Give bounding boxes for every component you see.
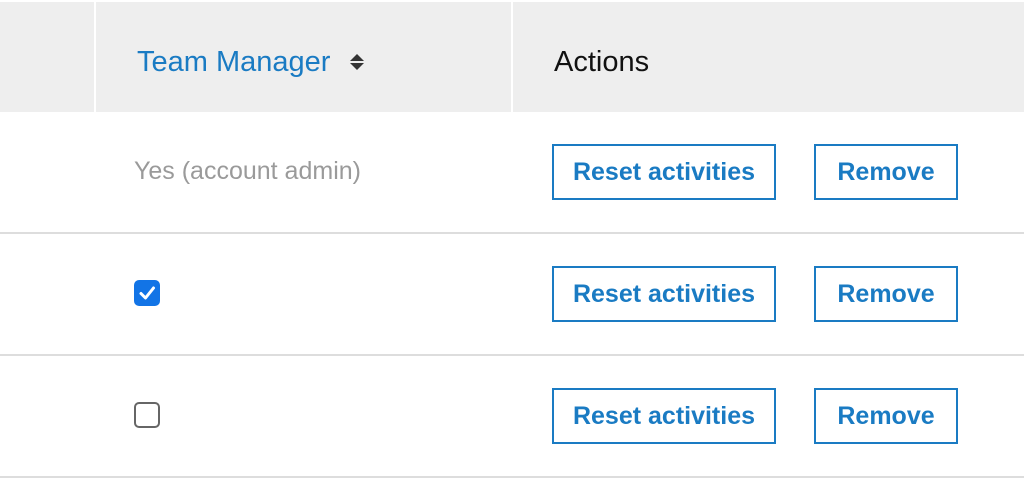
remove-button[interactable]: Remove bbox=[814, 144, 958, 200]
team-manager-column-header[interactable]: Team Manager bbox=[137, 42, 365, 82]
remove-button[interactable]: Remove bbox=[814, 266, 958, 322]
team-manager-checkbox[interactable] bbox=[134, 402, 160, 428]
table-header: Team Manager Actions bbox=[0, 0, 1024, 114]
team-members-table: Team Manager Actions Yes (account admin)… bbox=[0, 0, 1024, 484]
reset-activities-button[interactable]: Reset activities bbox=[552, 266, 776, 322]
team-manager-status: Yes (account admin) bbox=[134, 157, 361, 185]
sort-down-arrow bbox=[350, 63, 365, 70]
checkmark-icon bbox=[139, 286, 155, 300]
team-manager-checkbox[interactable] bbox=[134, 280, 160, 306]
table-row: Reset activities Remove bbox=[0, 356, 1024, 478]
remove-button[interactable]: Remove bbox=[814, 388, 958, 444]
column-divider bbox=[511, 2, 513, 114]
reset-activities-button[interactable]: Reset activities bbox=[552, 388, 776, 444]
sort-icon[interactable] bbox=[350, 54, 365, 70]
sort-up-arrow bbox=[350, 54, 365, 61]
team-manager-header-label[interactable]: Team Manager bbox=[137, 46, 330, 79]
reset-activities-button[interactable]: Reset activities bbox=[552, 144, 776, 200]
table-row: Reset activities Remove bbox=[0, 234, 1024, 356]
column-divider bbox=[94, 2, 96, 114]
table-row: Yes (account admin) Reset activities Rem… bbox=[0, 112, 1024, 234]
actions-column-header: Actions bbox=[554, 46, 650, 78]
